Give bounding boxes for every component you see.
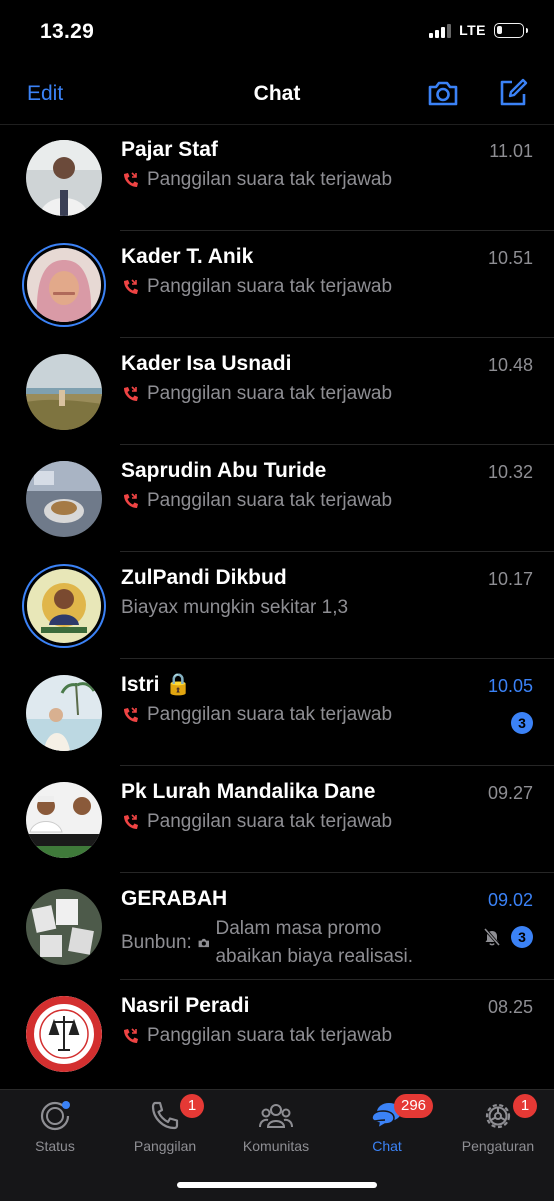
landscape-avatar xyxy=(26,354,102,430)
missed-call-icon xyxy=(124,707,138,722)
preview-text: Panggilan suara tak terjawab xyxy=(147,383,393,404)
lawfirm-logo-avatar xyxy=(26,996,102,1072)
chat-row[interactable]: Istri 🔒 10.05 Panggilan suara tak terjaw… xyxy=(0,659,554,766)
preview-text: Panggilan suara tak terjawab xyxy=(147,704,393,725)
unread-badge: 3 xyxy=(511,712,533,734)
chat-row[interactable]: Pk Lurah Mandalika Dane 09.27 Panggilan … xyxy=(0,766,554,873)
tab-calls[interactable]: 1 Panggilan xyxy=(110,1090,220,1170)
missed-call-icon xyxy=(124,279,138,294)
mute-icon xyxy=(483,928,501,946)
chat-preview: Biayax mungkin sekitar 1,3 xyxy=(121,597,348,619)
preview-text: Panggilan suara tak terjawab xyxy=(147,169,393,190)
chat-time: 08.25 xyxy=(487,997,533,1017)
tab-label: Pengaturan xyxy=(461,1138,535,1154)
chat-row[interactable]: Saprudin Abu Turide 10.32 Panggilan suar… xyxy=(0,445,554,552)
beach-avatar xyxy=(26,675,102,751)
chat-name: Pk Lurah Mandalika Dane xyxy=(121,780,376,803)
chat-time: 10.51 xyxy=(487,248,533,268)
chat-row[interactable]: Nasril Peradi 08.25 Panggilan suara tak … xyxy=(0,980,554,1087)
chat-preview: Panggilan suara tak terjawab xyxy=(121,276,392,298)
tab-community[interactable]: Komunitas xyxy=(221,1090,331,1170)
chat-name: Nasril Peradi xyxy=(121,994,250,1017)
missed-call-icon xyxy=(124,1028,138,1043)
banner-avatar xyxy=(26,782,102,858)
missed-call-icon xyxy=(124,493,138,508)
chat-preview: Panggilan suara tak terjawab xyxy=(121,490,392,512)
status-icon xyxy=(40,1101,70,1131)
chat-time: 09.02 xyxy=(487,890,533,910)
home-indicator xyxy=(177,1182,377,1188)
chat-preview: Panggilan suara tak terjawab xyxy=(121,811,392,833)
chat-preview: Bunbun: Dalam masa promo abaikan biaya r… xyxy=(121,915,431,971)
chat-row[interactable]: Kader Isa Usnadi 10.48 Panggilan suara t… xyxy=(0,338,554,445)
chat-name: Istri 🔒 xyxy=(121,673,192,696)
compose-icon[interactable] xyxy=(496,76,530,110)
preview-text: Dalam masa promo abaikan biaya realisasi… xyxy=(215,918,413,967)
chat-preview: Panggilan suara tak terjawab xyxy=(121,383,392,405)
chat-name: Kader T. Anik xyxy=(121,245,254,268)
nav-bar: Edit Chat xyxy=(0,64,554,125)
tab-settings[interactable]: 1 Pengaturan xyxy=(443,1090,553,1170)
network-label: LTE xyxy=(459,22,486,38)
signal-icon xyxy=(429,22,452,38)
preview-text: Panggilan suara tak terjawab xyxy=(147,811,393,832)
woman-avatar[interactable] xyxy=(27,248,101,322)
tab-badge: 296 xyxy=(394,1094,434,1118)
camera-small-icon xyxy=(198,938,209,948)
tab-chat[interactable]: 296 Chat xyxy=(332,1090,442,1170)
chat-time: 10.17 xyxy=(487,569,533,589)
status-indicators: LTE xyxy=(429,22,528,38)
chat-time: 11.01 xyxy=(489,141,533,161)
tab-badge: 1 xyxy=(180,1094,204,1118)
missed-call-icon xyxy=(124,386,138,401)
chat-time: 10.48 xyxy=(487,355,533,375)
chat-row[interactable]: ZulPandi Dikbud 10.17 Biayax mungkin sek… xyxy=(0,552,554,659)
person-avatar xyxy=(26,140,102,216)
missed-call-icon xyxy=(124,172,138,187)
tab-label: Panggilan xyxy=(133,1138,197,1154)
preview-sender: Bunbun: xyxy=(121,932,192,953)
chat-row[interactable]: Kader T. Anik 10.51 Panggilan suara tak … xyxy=(0,231,554,338)
chat-time: 09.27 xyxy=(487,783,533,803)
chat-name: ZulPandi Dikbud xyxy=(121,566,287,589)
status-bar: 13.29 LTE xyxy=(0,0,554,64)
preview-text: Panggilan suara tak terjawab xyxy=(147,490,393,511)
chat-name: Kader Isa Usnadi xyxy=(121,352,292,375)
chat-preview: Panggilan suara tak terjawab xyxy=(121,1025,392,1047)
community-icon xyxy=(259,1104,293,1128)
missed-call-icon xyxy=(124,814,138,829)
preview-text: Panggilan suara tak terjawab xyxy=(147,276,393,297)
chat-time: 10.05 xyxy=(487,676,533,696)
collage-avatar xyxy=(26,889,102,965)
chat-name: Pajar Staf xyxy=(121,138,218,161)
preview-text: Panggilan suara tak terjawab xyxy=(147,1025,393,1046)
chat-name: Saprudin Abu Turide xyxy=(121,459,327,482)
tab-status[interactable]: Status xyxy=(0,1090,110,1170)
chat-time: 10.32 xyxy=(487,462,533,482)
settings-icon xyxy=(485,1103,511,1129)
poster-avatar[interactable] xyxy=(27,569,101,643)
chat-preview: Panggilan suara tak terjawab xyxy=(121,169,392,191)
phone-icon xyxy=(151,1101,179,1130)
tab-label: Status xyxy=(35,1138,75,1154)
tab-badge: 1 xyxy=(513,1094,537,1118)
clock: 13.29 xyxy=(40,20,95,43)
camera-icon[interactable] xyxy=(426,76,460,110)
chat-name: GERABAH xyxy=(121,887,228,910)
chat-preview: Panggilan suara tak terjawab xyxy=(121,704,392,726)
unread-badge: 3 xyxy=(511,926,533,948)
preview-text: Biayax mungkin sekitar 1,3 xyxy=(121,597,349,618)
tab-label: Komunitas xyxy=(242,1138,310,1154)
battery-icon xyxy=(494,22,528,38)
chat-row[interactable]: Pajar Staf 11.01 Panggilan suara tak ter… xyxy=(0,124,554,231)
chat-list: Pajar Staf 11.01 Panggilan suara tak ter… xyxy=(0,124,554,1087)
page-title: Chat xyxy=(253,82,301,105)
coffee-avatar xyxy=(26,461,102,537)
tab-label: Chat xyxy=(372,1138,402,1154)
chat-row[interactable]: GERABAH 09.02 Bunbun: Dalam masa promo a… xyxy=(0,873,554,980)
